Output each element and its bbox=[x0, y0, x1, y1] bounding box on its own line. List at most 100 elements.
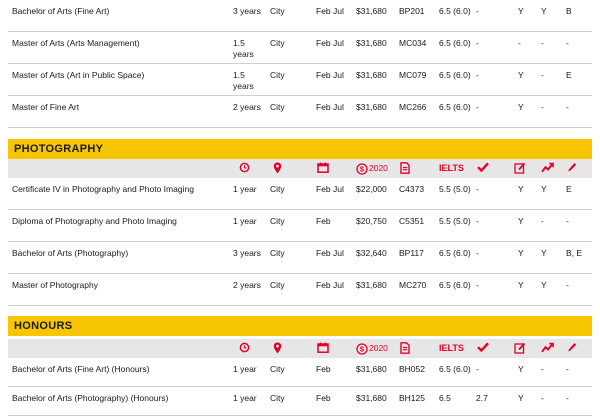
fee-cell: $31,680 bbox=[356, 6, 387, 16]
flag-cell: Y bbox=[518, 280, 524, 290]
photography-icon-header: $2020 IELTS bbox=[8, 159, 592, 178]
fee-cell: $31,680 bbox=[356, 364, 387, 374]
ielts-cell: 6.5 (6.0) bbox=[439, 248, 471, 258]
table-row[interactable]: Bachelor of Arts (Fine Art) 3 years City Fe… bbox=[8, 0, 592, 32]
table-row[interactable]: Bachelor of Arts (Photography) 3 years Cit… bbox=[8, 242, 592, 274]
flag-cell: - bbox=[541, 216, 544, 226]
honours-section: Bachelor of Arts (Fine Art) (Honours) 1 y… bbox=[8, 358, 592, 416]
program-code-cell: BP117 bbox=[399, 248, 424, 258]
flag-cell: Y bbox=[518, 70, 524, 80]
table-row[interactable]: Master of Arts (Art in Public Space) 1.5 … bbox=[8, 64, 592, 96]
course-name: Master of Arts (Arts Management) bbox=[12, 38, 140, 48]
table-row[interactable]: Certificate IV in Photography and Photo … bbox=[8, 178, 592, 210]
course-name: Master of Arts (Art in Public Space) bbox=[12, 70, 145, 80]
flag-cell: E bbox=[566, 70, 572, 80]
flag-cell: Y bbox=[518, 102, 524, 112]
table-row[interactable]: Diploma of Photography and Photo Imaging… bbox=[8, 210, 592, 242]
ielts-cell: 6.5 (6.0) bbox=[439, 38, 471, 48]
course-name: Bachelor of Arts (Photography) bbox=[12, 248, 129, 258]
flag-cell: - bbox=[566, 364, 569, 374]
program-code-cell: BH125 bbox=[399, 393, 425, 403]
duration-cell: 3 years bbox=[233, 248, 261, 258]
ielts-cell: 6.5 (6.0) bbox=[439, 280, 471, 290]
svg-text:$: $ bbox=[360, 164, 365, 173]
duration-cell: 1 year bbox=[233, 216, 257, 226]
ielts-cell: 6.5 (6.0) bbox=[439, 102, 471, 112]
flag-cell: 2.7 bbox=[476, 393, 488, 403]
flag-cell: Y bbox=[518, 393, 524, 403]
fee-cell: $31,680 bbox=[356, 280, 387, 290]
ielts-cell: 5.5 (5.0) bbox=[439, 184, 471, 194]
table-row[interactable]: Master of Fine Art 2 years City Feb Jul $31,… bbox=[8, 96, 592, 128]
table-row[interactable]: Bachelor of Arts (Photography) (Honours)… bbox=[8, 387, 592, 416]
flag-cell: - bbox=[541, 102, 544, 112]
fine-art-section: Bachelor of Arts (Fine Art) 3 years City Fe… bbox=[8, 0, 592, 128]
program-code-cell: MC266 bbox=[399, 102, 427, 112]
intake-cell: Feb bbox=[316, 393, 331, 403]
intake-cell: Feb Jul bbox=[316, 280, 344, 290]
honours-section-header: HONOURS bbox=[8, 316, 592, 336]
fee-cell: $22,000 bbox=[356, 184, 387, 194]
flag-cell: Y bbox=[518, 364, 524, 374]
course-name: Diploma of Photography and Photo Imaging bbox=[12, 216, 177, 226]
flag-cell: - bbox=[476, 280, 479, 290]
pencil-icon bbox=[567, 162, 577, 175]
flag-cell: - bbox=[476, 364, 479, 374]
flag-cell: - bbox=[476, 70, 479, 80]
intake-cell: Feb Jul bbox=[316, 38, 344, 48]
location-pin-icon bbox=[273, 342, 282, 355]
duration-cell: 3 years bbox=[233, 6, 261, 16]
flag-cell: B bbox=[566, 6, 572, 16]
photography-section: Certificate IV in Photography and Photo … bbox=[8, 178, 592, 306]
calendar-icon bbox=[317, 162, 329, 175]
location-cell: City bbox=[270, 102, 285, 112]
fine-art-rows: Bachelor of Arts (Fine Art) 3 years City Fe… bbox=[8, 0, 592, 128]
duration-cell: 2 years bbox=[233, 102, 261, 112]
table-row[interactable]: Bachelor of Arts (Fine Art) (Honours) 1 y… bbox=[8, 358, 592, 387]
location-cell: City bbox=[270, 70, 285, 80]
ielts-cell: 6.5 bbox=[439, 393, 451, 403]
trend-up-icon bbox=[541, 342, 554, 355]
intake-cell: Feb Jul bbox=[316, 70, 344, 80]
course-name: Master of Fine Art bbox=[12, 102, 80, 112]
program-code-cell: C4373 bbox=[399, 184, 425, 194]
checkmark-icon bbox=[477, 342, 489, 355]
edit-icon bbox=[514, 342, 526, 355]
ielts-cell: 6.5 (6.0) bbox=[439, 364, 471, 374]
fee-cell: $20,750 bbox=[356, 216, 387, 226]
flag-cell: - bbox=[566, 393, 569, 403]
flag-cell: - bbox=[541, 364, 544, 374]
flag-cell: Y bbox=[518, 6, 524, 16]
checkmark-icon bbox=[477, 162, 489, 175]
svg-text:$: $ bbox=[360, 344, 365, 353]
course-name: Bachelor of Arts (Photography) (Honours) bbox=[12, 393, 169, 403]
photography-rows: Certificate IV in Photography and Photo … bbox=[8, 178, 592, 306]
duration-cell: 2 years bbox=[233, 280, 261, 290]
flag-cell: - bbox=[518, 38, 521, 48]
flag-cell: - bbox=[476, 6, 479, 16]
intake-cell: Feb Jul bbox=[316, 102, 344, 112]
flag-cell: Y bbox=[518, 216, 524, 226]
photography-section-header: PHOTOGRAPHY bbox=[8, 139, 592, 159]
course-name: Bachelor of Arts (Fine Art) bbox=[12, 6, 110, 16]
location-cell: City bbox=[270, 248, 285, 258]
duration-cell: 1 year bbox=[233, 184, 257, 194]
clock-icon bbox=[239, 342, 250, 355]
intake-cell: Feb Jul bbox=[316, 6, 344, 16]
location-cell: City bbox=[270, 38, 285, 48]
course-name: Master of Photography bbox=[12, 280, 98, 290]
table-row[interactable]: Master of Arts (Arts Management) 1.5 year… bbox=[8, 32, 592, 64]
location-cell: City bbox=[270, 6, 285, 16]
flag-cell: Y bbox=[518, 184, 524, 194]
trend-up-icon bbox=[541, 162, 554, 175]
duration-cell: 1 year bbox=[233, 393, 257, 403]
flag-cell: - bbox=[566, 38, 569, 48]
ielts-header-label: IELTS bbox=[439, 163, 464, 173]
ielts-header-label: IELTS bbox=[439, 343, 464, 353]
table-row[interactable]: Master of Photography 2 years City Feb Jul $… bbox=[8, 274, 592, 306]
location-cell: City bbox=[270, 393, 285, 403]
flag-cell: E bbox=[566, 184, 572, 194]
course-name: Certificate IV in Photography and Photo … bbox=[12, 184, 194, 194]
ielts-cell: 6.5 (6.0) bbox=[439, 70, 471, 80]
intake-cell: Feb Jul bbox=[316, 248, 344, 258]
